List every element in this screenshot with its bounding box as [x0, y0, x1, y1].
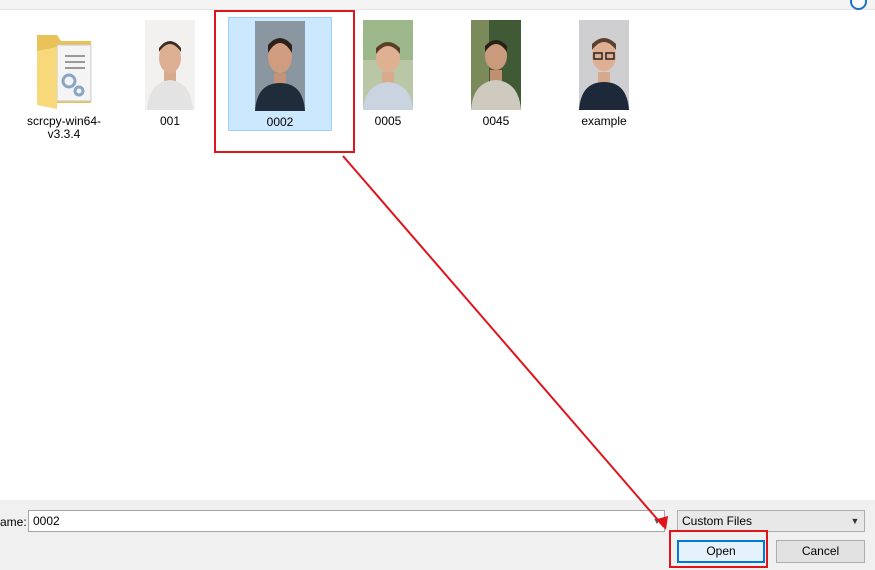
file-item-0045[interactable]: 0045 — [444, 17, 548, 131]
open-button[interactable]: Open — [677, 540, 765, 563]
file-name-label: 0002 — [266, 115, 294, 129]
file-name-label: 0005 — [374, 114, 402, 128]
file-list-view[interactable]: scrcpy-win64-v3.3.4 001 0002 0005 0045 e… — [0, 10, 875, 500]
folder-icon — [37, 35, 92, 109]
image-thumbnail — [471, 20, 521, 110]
image-thumbnail — [255, 21, 305, 111]
file-item-0005[interactable]: 0005 — [336, 17, 440, 131]
cancel-button[interactable]: Cancel — [776, 540, 865, 563]
file-name-label: scrcpy-win64-v3.3.4 — [26, 114, 101, 141]
title-strip — [0, 0, 875, 10]
chevron-down-icon[interactable]: ▼ — [848, 512, 862, 530]
file-name-label: 0045 — [482, 114, 510, 128]
file-item-001[interactable]: 001 — [118, 17, 222, 131]
file-item-example[interactable]: example — [552, 17, 656, 131]
file-name-label: 001 — [159, 114, 181, 128]
image-thumbnail — [363, 20, 413, 110]
image-thumbnail — [579, 20, 629, 110]
file-type-select[interactable]: Custom Files — [677, 510, 865, 532]
filename-input[interactable]: 0002 — [28, 510, 665, 532]
filename-label: ame: — [0, 515, 27, 529]
file-item-folder[interactable]: scrcpy-win64-v3.3.4 — [12, 17, 116, 141]
image-thumbnail — [145, 20, 195, 110]
help-icon[interactable] — [850, 0, 867, 10]
file-name-label: example — [581, 114, 627, 128]
filename-dropdown-chevron-icon[interactable]: ▼ — [650, 512, 664, 530]
file-item-0002[interactable]: 0002 — [228, 17, 332, 131]
